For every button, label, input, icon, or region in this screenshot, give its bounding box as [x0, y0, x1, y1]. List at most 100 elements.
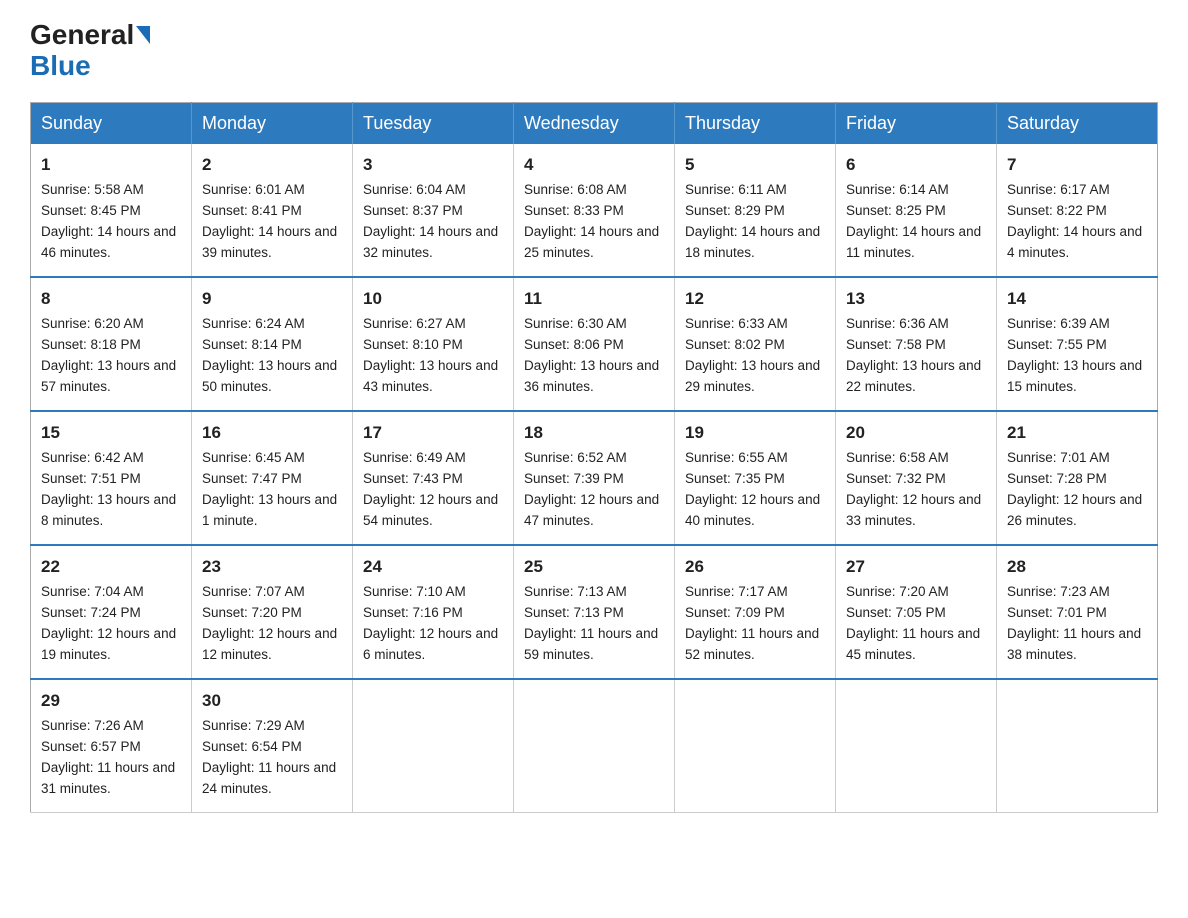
- day-number: 6: [846, 152, 986, 178]
- day-number: 29: [41, 688, 181, 714]
- daylight-text: Daylight: 12 hours and 19 minutes.: [41, 626, 176, 662]
- calendar-cell: 3Sunrise: 6:04 AMSunset: 8:37 PMDaylight…: [353, 144, 514, 277]
- week-row-1: 1Sunrise: 5:58 AMSunset: 8:45 PMDaylight…: [31, 144, 1158, 277]
- sunrise-text: Sunrise: 7:23 AM: [1007, 584, 1110, 599]
- calendar-cell: 29 Sunrise: 7:26 AM Sunset: 6:57 PM Dayligh…: [31, 679, 192, 813]
- calendar-cell: 19Sunrise: 6:55 AMSunset: 7:35 PMDayligh…: [675, 411, 836, 545]
- sunrise-text: Sunrise: 6:58 AM: [846, 450, 949, 465]
- daylight-text: Daylight: 14 hours and 4 minutes.: [1007, 224, 1142, 260]
- sunrise-text: Sunrise: 6:04 AM: [363, 182, 466, 197]
- logo-general: General: [30, 19, 134, 50]
- calendar-cell: [353, 679, 514, 813]
- sunrise-text: Sunrise: 6:30 AM: [524, 316, 627, 331]
- header-day-monday: Monday: [192, 102, 353, 144]
- day-number: 21: [1007, 420, 1147, 446]
- sunrise-text: Sunrise: 6:01 AM: [202, 182, 305, 197]
- daylight-text: Daylight: 13 hours and 15 minutes.: [1007, 358, 1142, 394]
- calendar-header: SundayMondayTuesdayWednesdayThursdayFrid…: [31, 102, 1158, 144]
- daylight-text: Daylight: 12 hours and 33 minutes.: [846, 492, 981, 528]
- sunset-text: Sunset: 8:18 PM: [41, 337, 141, 352]
- daylight-text: Daylight: 12 hours and 47 minutes.: [524, 492, 659, 528]
- sunrise-text: Sunrise: 6:20 AM: [41, 316, 144, 331]
- sunset-text: Sunset: 7:28 PM: [1007, 471, 1107, 486]
- sunset-text: Sunset: 7:32 PM: [846, 471, 946, 486]
- header-day-friday: Friday: [836, 102, 997, 144]
- calendar-cell: [836, 679, 997, 813]
- calendar-cell: 21Sunrise: 7:01 AMSunset: 7:28 PMDayligh…: [997, 411, 1158, 545]
- sunset-text: Sunset: 8:29 PM: [685, 203, 785, 218]
- daylight-text: Daylight: 12 hours and 12 minutes.: [202, 626, 337, 662]
- calendar-cell: [675, 679, 836, 813]
- daylight-text: Daylight: 12 hours and 26 minutes.: [1007, 492, 1142, 528]
- sunrise-text: Sunrise: 6:27 AM: [363, 316, 466, 331]
- day-number: 22: [41, 554, 181, 580]
- calendar-table: SundayMondayTuesdayWednesdayThursdayFrid…: [30, 102, 1158, 813]
- day-number: 17: [363, 420, 503, 446]
- day-number: 9: [202, 286, 342, 312]
- calendar-cell: 11Sunrise: 6:30 AMSunset: 8:06 PMDayligh…: [514, 277, 675, 411]
- calendar-cell: 20Sunrise: 6:58 AMSunset: 7:32 PMDayligh…: [836, 411, 997, 545]
- calendar-cell: 30Sunrise: 7:29 AMSunset: 6:54 PMDayligh…: [192, 679, 353, 813]
- calendar-cell: 23Sunrise: 7:07 AMSunset: 7:20 PMDayligh…: [192, 545, 353, 679]
- sunrise-text: Sunrise: 7:10 AM: [363, 584, 466, 599]
- daylight-text: Daylight: 14 hours and 18 minutes.: [685, 224, 820, 260]
- day-number: 11: [524, 286, 664, 312]
- day-number: 7: [1007, 152, 1147, 178]
- day-number: 14: [1007, 286, 1147, 312]
- sunrise-text: Sunrise: 5:58 AM: [41, 182, 144, 197]
- calendar-cell: 18Sunrise: 6:52 AMSunset: 7:39 PMDayligh…: [514, 411, 675, 545]
- sunset-text: Sunset: 8:33 PM: [524, 203, 624, 218]
- day-number: 25: [524, 554, 664, 580]
- sunset-text: Sunset: 7:16 PM: [363, 605, 463, 620]
- logo-line1: General: [30, 20, 150, 51]
- day-number: 30: [202, 688, 342, 714]
- sunrise-text: Sunrise: 6:11 AM: [685, 182, 787, 197]
- calendar-body: 1Sunrise: 5:58 AMSunset: 8:45 PMDaylight…: [31, 144, 1158, 813]
- calendar-cell: 14Sunrise: 6:39 AMSunset: 7:55 PMDayligh…: [997, 277, 1158, 411]
- sunset-text: Sunset: 6:57 PM: [41, 739, 141, 754]
- sunset-text: Sunset: 8:37 PM: [363, 203, 463, 218]
- sunset-text: Sunset: 8:02 PM: [685, 337, 785, 352]
- daylight-text: Daylight: 11 hours and 31 minutes.: [41, 760, 175, 796]
- sunset-text: Sunset: 7:47 PM: [202, 471, 302, 486]
- header-day-saturday: Saturday: [997, 102, 1158, 144]
- sunrise-text: Sunrise: 6:33 AM: [685, 316, 788, 331]
- daylight-text: Daylight: 13 hours and 8 minutes.: [41, 492, 176, 528]
- calendar-cell: 16Sunrise: 6:45 AMSunset: 7:47 PMDayligh…: [192, 411, 353, 545]
- sunrise-text: Sunrise: 6:52 AM: [524, 450, 627, 465]
- daylight-text: Daylight: 11 hours and 24 minutes.: [202, 760, 336, 796]
- sunset-text: Sunset: 7:43 PM: [363, 471, 463, 486]
- day-number: 13: [846, 286, 986, 312]
- daylight-text: Daylight: 11 hours and 45 minutes.: [846, 626, 980, 662]
- header-day-thursday: Thursday: [675, 102, 836, 144]
- daylight-text: Daylight: 14 hours and 46 minutes.: [41, 224, 176, 260]
- daylight-text: Daylight: 13 hours and 1 minute.: [202, 492, 337, 528]
- daylight-text: Daylight: 14 hours and 11 minutes.: [846, 224, 981, 260]
- logo-arrow-icon: [136, 26, 150, 44]
- daylight-text: Daylight: 12 hours and 40 minutes.: [685, 492, 820, 528]
- sunrise-text: Sunrise: 6:24 AM: [202, 316, 305, 331]
- sunrise-text: Sunrise: 6:14 AM: [846, 182, 949, 197]
- sunset-text: Sunset: 8:22 PM: [1007, 203, 1107, 218]
- header-day-wednesday: Wednesday: [514, 102, 675, 144]
- header-day-sunday: Sunday: [31, 102, 192, 144]
- day-number: 12: [685, 286, 825, 312]
- daylight-text: Daylight: 13 hours and 50 minutes.: [202, 358, 337, 394]
- sunrise-text: Sunrise: 7:26 AM: [41, 718, 144, 733]
- logo-blue-text: Blue: [30, 50, 91, 81]
- day-number: 18: [524, 420, 664, 446]
- calendar-cell: 5Sunrise: 6:11 AMSunset: 8:29 PMDaylight…: [675, 144, 836, 277]
- calendar-cell: 24Sunrise: 7:10 AMSunset: 7:16 PMDayligh…: [353, 545, 514, 679]
- daylight-text: Daylight: 11 hours and 59 minutes.: [524, 626, 658, 662]
- sunset-text: Sunset: 7:01 PM: [1007, 605, 1107, 620]
- sunset-text: Sunset: 8:06 PM: [524, 337, 624, 352]
- day-number: 23: [202, 554, 342, 580]
- daylight-text: Daylight: 13 hours and 22 minutes.: [846, 358, 981, 394]
- calendar-cell: 28Sunrise: 7:23 AMSunset: 7:01 PMDayligh…: [997, 545, 1158, 679]
- week-row-4: 22Sunrise: 7:04 AMSunset: 7:24 PMDayligh…: [31, 545, 1158, 679]
- day-number: 8: [41, 286, 181, 312]
- calendar-cell: 27Sunrise: 7:20 AMSunset: 7:05 PMDayligh…: [836, 545, 997, 679]
- calendar-cell: 26Sunrise: 7:17 AMSunset: 7:09 PMDayligh…: [675, 545, 836, 679]
- sunrise-text: Sunrise: 7:29 AM: [202, 718, 305, 733]
- calendar-cell: 8Sunrise: 6:20 AMSunset: 8:18 PMDaylight…: [31, 277, 192, 411]
